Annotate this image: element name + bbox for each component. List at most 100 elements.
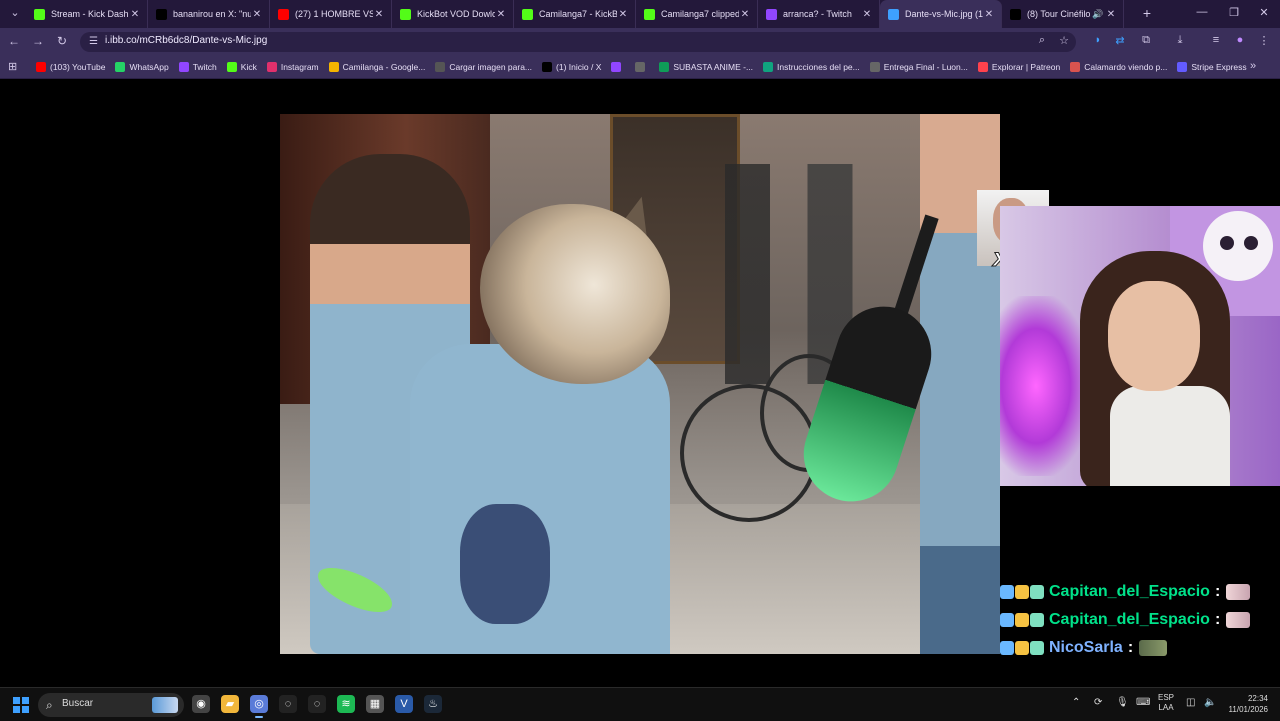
tab-close-icon[interactable]: ✕ — [129, 9, 141, 20]
bookmark-item[interactable]: Cargar imagen para... — [435, 61, 532, 72]
bookmark-item[interactable]: Twitch — [178, 61, 217, 72]
keyboard-tray-icon[interactable]: ⌨ — [1136, 697, 1150, 708]
badge-icon — [1030, 641, 1044, 655]
chat-badges — [1000, 613, 1045, 627]
bookmark-label: (1) Inicio / X — [556, 61, 602, 72]
streamer-face — [1108, 281, 1200, 391]
apps-grid-icon[interactable]: ⊞ — [8, 60, 17, 73]
tab-close-icon[interactable]: ✕ — [739, 9, 751, 20]
tab[interactable]: (27) 1 HOMBRE VS 6✕ — [270, 0, 392, 28]
spotify-icon[interactable]: ≋ — [337, 695, 355, 713]
bookmark-item[interactable]: Entrega Final - Luon... — [869, 61, 968, 72]
whatsapp-icon — [115, 61, 126, 72]
bookmark-item[interactable]: Kick — [226, 61, 257, 72]
bookmark-item[interactable] — [611, 61, 625, 72]
restore-icon[interactable]: ❐ — [1224, 6, 1244, 19]
address-bar[interactable]: ☰ i.ibb.co/mCRb6dc8/Dante-vs-Mic.jpg ⌕ ☆ — [80, 32, 1076, 52]
clock-time: 22:34 — [1247, 694, 1268, 703]
bookmark-item[interactable]: SUBASTA ANIME -... — [659, 61, 753, 72]
bookmark-item[interactable]: Instagram — [266, 61, 319, 72]
tab-close-icon[interactable]: ✕ — [373, 9, 385, 20]
tab-close-icon[interactable]: ✕ — [983, 9, 995, 20]
language-indicator[interactable]: ESP LAA — [1158, 693, 1174, 713]
bookmark-item[interactable]: Explorar | Patreon — [977, 61, 1060, 72]
tab[interactable]: Dante-vs-Mic.jpg (12 ✕ — [880, 0, 1002, 28]
tab-title: KickBot VOD Dowloa — [417, 9, 495, 19]
menu-kebab-icon[interactable]: ⋮ — [1256, 34, 1272, 47]
recorder-icon[interactable]: ◉ — [192, 695, 210, 713]
badge-icon — [1015, 585, 1029, 599]
bookmark-item[interactable]: Instrucciones del pe... — [763, 61, 860, 72]
network-tray-icon[interactable]: ⟳ — [1094, 697, 1102, 708]
kickbot-icon — [522, 8, 533, 20]
extension-icon[interactable]: ◗ — [1090, 34, 1106, 46]
new-tab-button[interactable]: + — [1138, 5, 1156, 21]
extensions-puzzle-icon[interactable]: ⧉ — [1138, 34, 1154, 47]
bookmark-item[interactable]: Calamardo viendo p... — [1070, 61, 1167, 72]
tab[interactable]: Camilanga7 - KickBot ✕ — [514, 0, 636, 28]
tab-close-icon[interactable]: ✕ — [495, 9, 507, 20]
twitch-icon — [178, 61, 189, 72]
bookmark-label: Entrega Final - Luon... — [883, 61, 968, 72]
translate-icon[interactable]: ⇄ — [1112, 34, 1128, 47]
speaker-icon[interactable]: 🔊 — [1092, 9, 1103, 20]
tab-close-icon[interactable]: ✕ — [861, 9, 873, 20]
chrome-icon[interactable]: ◎ — [250, 695, 268, 718]
x-icon — [156, 8, 167, 20]
reload-icon[interactable]: ↻ — [54, 34, 70, 48]
bookmark-item[interactable]: Stripe Express — [1177, 61, 1247, 72]
system-clock[interactable]: 22:34 11/01/2026 — [1224, 693, 1268, 715]
tab-close-icon[interactable]: ✕ — [251, 9, 263, 20]
mic-tray-icon[interactable]: 🎙 — [1116, 697, 1129, 708]
twitch-icon — [766, 8, 777, 20]
bookmark-list: (103) YouTube WhatsApp Twitch Kick Instagram… — [36, 55, 1257, 78]
volume-icon[interactable]: 🔈 — [1204, 697, 1216, 708]
globe-icon — [869, 61, 880, 72]
bookmark-item[interactable]: (1) Inicio / X — [542, 61, 602, 72]
tab[interactable]: (8) Tour Cinéfilo 🔊 ✕ — [1002, 0, 1124, 28]
wifi-icon[interactable]: ◫ — [1186, 697, 1195, 708]
chevron-up-icon[interactable]: ⌃ — [1072, 697, 1080, 708]
tab-close-icon[interactable]: ✕ — [1105, 9, 1117, 20]
profile-avatar-icon[interactable]: ● — [1232, 34, 1248, 46]
taskbar-search[interactable]: ⌕ Buscar — [38, 693, 184, 717]
download-icon[interactable]: ⤓ — [1172, 34, 1188, 47]
tab[interactable]: arranca? - Twitch ✕ — [758, 0, 880, 28]
discord-like-icon[interactable]: ▦ — [366, 695, 384, 713]
file-explorer-icon[interactable]: ▰ — [221, 695, 239, 713]
back-icon[interactable]: ← — [6, 34, 22, 48]
vscode-icon[interactable]: V — [395, 695, 413, 713]
tab-search-list-icon[interactable]: ≡ — [1208, 34, 1224, 46]
obs2-icon[interactable]: ◌ — [308, 695, 326, 713]
tab-close-icon[interactable]: ✕ — [617, 9, 629, 20]
zoom-icon[interactable]: ⌕ — [1034, 34, 1050, 47]
bookmark-item[interactable] — [635, 61, 649, 72]
url-text[interactable]: i.ibb.co/mCRb6dc8/Dante-vs-Mic.jpg — [105, 35, 267, 46]
bookmark-item[interactable]: Camilanga - Google... — [328, 61, 425, 72]
bookmark-label: WhatsApp — [129, 61, 169, 72]
steam-icon[interactable]: ♨ — [424, 695, 442, 713]
obs-icon[interactable]: ◌ — [279, 695, 297, 713]
tab-search-icon[interactable]: ⌄ — [6, 4, 24, 22]
twitch-icon — [611, 61, 622, 72]
chat-badges — [1000, 585, 1045, 599]
tab-title: (8) Tour Cinéfilo — [1027, 9, 1091, 19]
drive-icon — [328, 61, 339, 72]
close-window-icon[interactable]: ✕ — [1254, 6, 1274, 19]
tab-list: Stream - Kick Dashbo✕bananirou en X: "nu… — [26, 0, 1124, 28]
more-bookmarks-icon[interactable]: » — [1250, 60, 1256, 72]
tab-title: bananirou en X: "nun — [173, 9, 251, 19]
tab[interactable]: KickBot VOD Dowloa ✕ — [392, 0, 514, 28]
tab[interactable]: bananirou en X: "nun ✕ — [148, 0, 270, 28]
tab[interactable]: Camilanga7 clipped t ✕ — [636, 0, 758, 28]
site-info-icon[interactable]: ☰ — [87, 35, 100, 48]
forward-icon[interactable]: → — [30, 34, 46, 48]
tab[interactable]: Stream - Kick Dashbo✕ — [26, 0, 148, 28]
chatgpt-icon — [763, 61, 774, 72]
minimize-icon[interactable]: — — [1192, 6, 1212, 18]
browser-toolbar: ← → ↻ ☰ i.ibb.co/mCRb6dc8/Dante-vs-Mic.j… — [0, 28, 1280, 55]
bookmark-item[interactable]: WhatsApp — [115, 61, 169, 72]
windows-start-icon[interactable] — [13, 697, 29, 713]
bookmark-star-icon[interactable]: ☆ — [1056, 34, 1072, 47]
bookmark-item[interactable]: (103) YouTube — [36, 61, 105, 72]
